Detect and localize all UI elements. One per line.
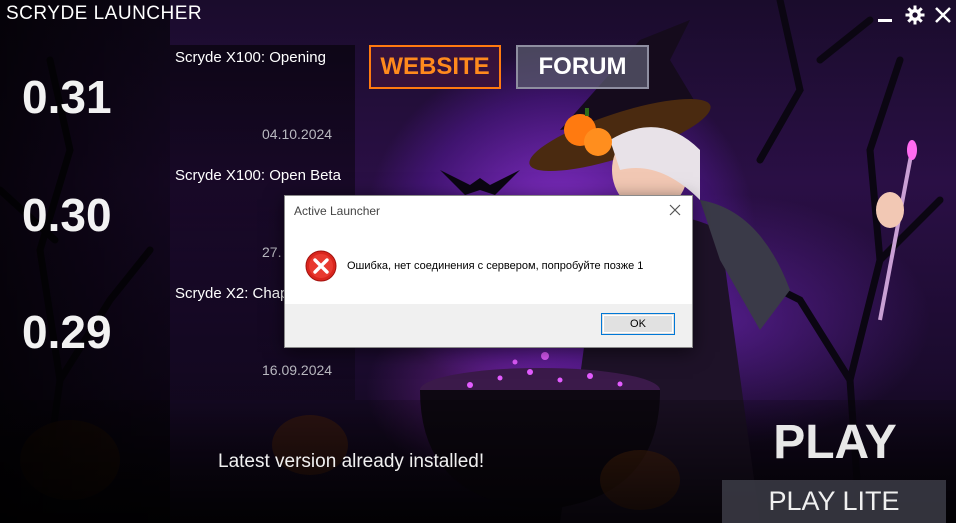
news-title[interactable]: Scryde X100: Opening [175, 49, 326, 66]
status-text: Latest version already installed! [218, 451, 485, 472]
app-title: SCRYDE LAUNCHER [6, 3, 203, 24]
dialog-body: Ошибка, нет соединения с сервером, попро… [285, 226, 692, 304]
close-icon [669, 204, 681, 216]
minimize-icon [878, 19, 892, 22]
settings-button[interactable] [904, 4, 926, 26]
dialog-message: Ошибка, нет соединения с сервером, попро… [347, 260, 644, 272]
dialog-footer: OK [285, 304, 692, 347]
news-title[interactable]: Scryde X2: Chap [175, 285, 288, 302]
play-lite-button[interactable]: PLAY LITE [722, 480, 946, 523]
forum-button[interactable]: FORUM [516, 45, 649, 89]
news-date: 16.09.2024 [262, 362, 333, 378]
website-button[interactable]: WEBSITE [369, 45, 501, 89]
version-label[interactable]: 0.30 [22, 188, 112, 242]
news-date: 04.10.2024 [262, 126, 333, 142]
error-dialog: Active Launcher Ошибка, нет соединения с… [284, 195, 693, 348]
gear-icon [905, 5, 925, 25]
version-label[interactable]: 0.29 [22, 305, 112, 359]
close-icon [935, 7, 951, 23]
play-button[interactable]: PLAY [722, 408, 948, 476]
error-icon [305, 250, 337, 282]
news-date: 27. [262, 244, 282, 260]
news-title[interactable]: Scryde X100: Open Beta [175, 167, 341, 184]
dialog-close-button[interactable] [664, 200, 686, 220]
version-label[interactable]: 0.31 [22, 70, 112, 124]
dialog-title: Active Launcher [294, 204, 381, 218]
ok-button[interactable]: OK [601, 313, 675, 335]
close-button[interactable] [932, 4, 954, 26]
minimize-button[interactable] [874, 4, 896, 26]
